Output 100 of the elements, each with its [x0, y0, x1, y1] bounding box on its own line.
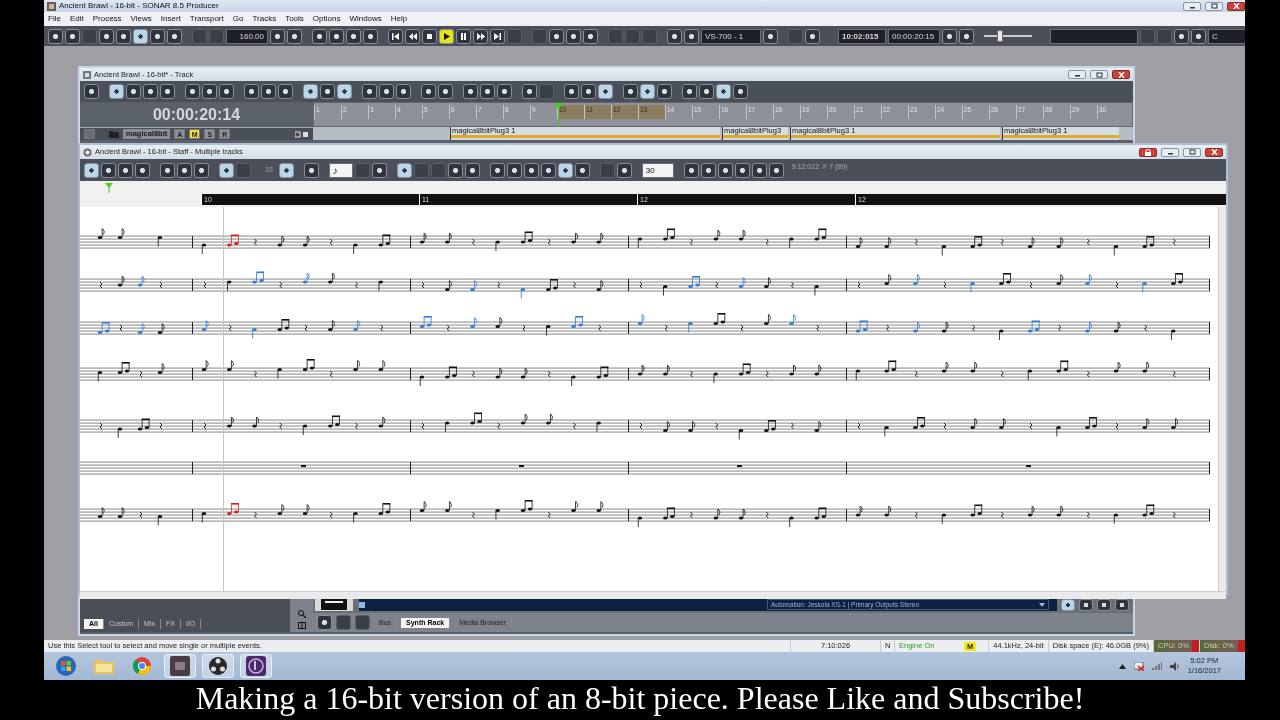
toolbar-button[interactable] [1115, 599, 1129, 611]
toolbar-button[interactable] [287, 28, 302, 44]
toolbar-button[interactable] [805, 28, 820, 44]
taskbar-button[interactable] [164, 654, 196, 678]
toolbar-button[interactable] [700, 162, 716, 178]
toolbar-button[interactable] [160, 84, 175, 99]
toolbar-button[interactable] [1079, 599, 1093, 611]
toolbar-button[interactable] [667, 28, 682, 44]
toolbar-button[interactable] [48, 28, 63, 44]
toolbar-button[interactable] [135, 162, 150, 178]
toolbar-button[interactable] [126, 84, 141, 99]
toolbar-button[interactable] [447, 162, 463, 178]
toolbar-button[interactable] [657, 84, 672, 99]
toolbar-button[interactable] [379, 84, 394, 99]
output-dropdown[interactable]: VS-700 - 1 [701, 28, 761, 44]
menu-item[interactable]: Help [390, 13, 408, 25]
tempo-field[interactable]: 160.00 [226, 28, 268, 44]
toolbar-button[interactable] [557, 162, 573, 178]
go-start-button[interactable] [388, 28, 403, 44]
toolbar-button[interactable] [278, 84, 293, 99]
toolbar-button[interactable] [616, 162, 632, 178]
toolbar-button[interactable] [1191, 28, 1206, 44]
toolbar-button[interactable] [133, 28, 148, 44]
toolbar-button[interactable] [1174, 28, 1189, 44]
menu-item[interactable]: Options [312, 13, 341, 25]
toolbar-button[interactable] [540, 162, 556, 178]
close-button[interactable] [1227, 1, 1245, 11]
toolbar-button[interactable] [438, 84, 453, 99]
toolbar-button[interactable] [734, 162, 750, 178]
toolbar-button[interactable] [566, 28, 581, 44]
toolbar-button[interactable] [682, 84, 697, 99]
toolbar-button[interactable] [84, 162, 99, 178]
toolbar-button[interactable] [202, 84, 217, 99]
toolbar-button[interactable] [497, 84, 512, 99]
maximize-button[interactable] [1090, 70, 1108, 79]
toolbar-button[interactable] [150, 28, 165, 44]
toolbar-button[interactable] [362, 84, 377, 99]
toolbar-button[interactable] [244, 84, 259, 99]
toolbar-button[interactable] [84, 84, 99, 99]
rewind-button[interactable] [405, 28, 420, 44]
taskbar-button[interactable] [202, 654, 234, 678]
toolbar-button[interactable] [219, 162, 234, 178]
toolbar-button[interactable] [583, 28, 598, 44]
toolbar-button[interactable] [65, 28, 80, 44]
toolbar-button[interactable] [522, 84, 537, 99]
toolbar-button[interactable] [303, 162, 319, 178]
fast-forward-button[interactable] [473, 28, 488, 44]
toolbar-button[interactable] [699, 84, 714, 99]
toolbar-button[interactable] [683, 162, 699, 178]
minimize-button[interactable] [1068, 70, 1086, 79]
toolbar-button[interactable] [143, 84, 158, 99]
menu-item[interactable]: File [48, 13, 61, 25]
toolbar-button[interactable] [1097, 599, 1111, 611]
toolbar-button[interactable] [160, 162, 175, 178]
toolbar-button[interactable] [303, 84, 318, 99]
toolbar-button[interactable] [1061, 599, 1075, 611]
menu-item[interactable]: Process [92, 13, 122, 25]
toolbar-button[interactable] [317, 615, 332, 630]
toolbar-button[interactable] [733, 84, 748, 99]
toolbar-button[interactable] [116, 28, 131, 44]
toolbar-button[interactable] [371, 162, 387, 178]
toolbar-button[interactable] [549, 28, 564, 44]
toolbar-button[interactable] [109, 84, 124, 99]
menu-item[interactable]: Go [232, 13, 244, 25]
toolbar-button[interactable] [346, 28, 361, 44]
toolbar-button[interactable] [763, 28, 778, 44]
now-time-field[interactable]: 10:02:015 [838, 28, 886, 44]
menu-item[interactable]: Tracks [252, 13, 277, 25]
menu-item[interactable]: Windows [349, 13, 382, 25]
minimize-button[interactable] [1183, 1, 1201, 11]
minimize-button[interactable] [1161, 147, 1179, 157]
toolbar-button[interactable] [751, 162, 767, 178]
toolbar-button[interactable] [261, 84, 276, 99]
toolbar-button[interactable] [523, 162, 539, 178]
toolbar-button[interactable] [716, 84, 731, 99]
toolbar-button[interactable] [329, 28, 344, 44]
toolbar-button[interactable] [574, 162, 590, 178]
vertical-scrollbar[interactable] [1218, 207, 1226, 591]
toolbar-button[interactable] [185, 84, 200, 99]
menu-item[interactable]: Insert [160, 13, 181, 25]
go-end-button[interactable] [490, 28, 505, 44]
toolbar-button[interactable] [640, 84, 655, 99]
toolbar-button[interactable] [312, 28, 327, 44]
toolbar-button[interactable] [194, 162, 209, 178]
toolbar-button[interactable] [942, 28, 957, 44]
toolbar-button[interactable] [396, 84, 411, 99]
toolbar-button[interactable] [177, 162, 192, 178]
toolbar-button[interactable] [363, 28, 378, 44]
taskbar-button[interactable] [240, 654, 272, 678]
stop-button[interactable] [422, 28, 437, 44]
close-button[interactable] [1205, 147, 1223, 157]
toolbar-button[interactable] [959, 28, 974, 44]
toolbar-button[interactable] [167, 28, 182, 44]
toolbar-button[interactable] [581, 84, 596, 99]
now-time-field[interactable]: 00:00:20:15 [888, 28, 940, 44]
toolbar-button[interactable] [564, 84, 579, 99]
pause-button[interactable] [456, 28, 471, 44]
toolbar-button[interactable] [421, 84, 436, 99]
slider-thumb[interactable] [996, 30, 1003, 42]
lock-button[interactable] [1139, 147, 1157, 157]
